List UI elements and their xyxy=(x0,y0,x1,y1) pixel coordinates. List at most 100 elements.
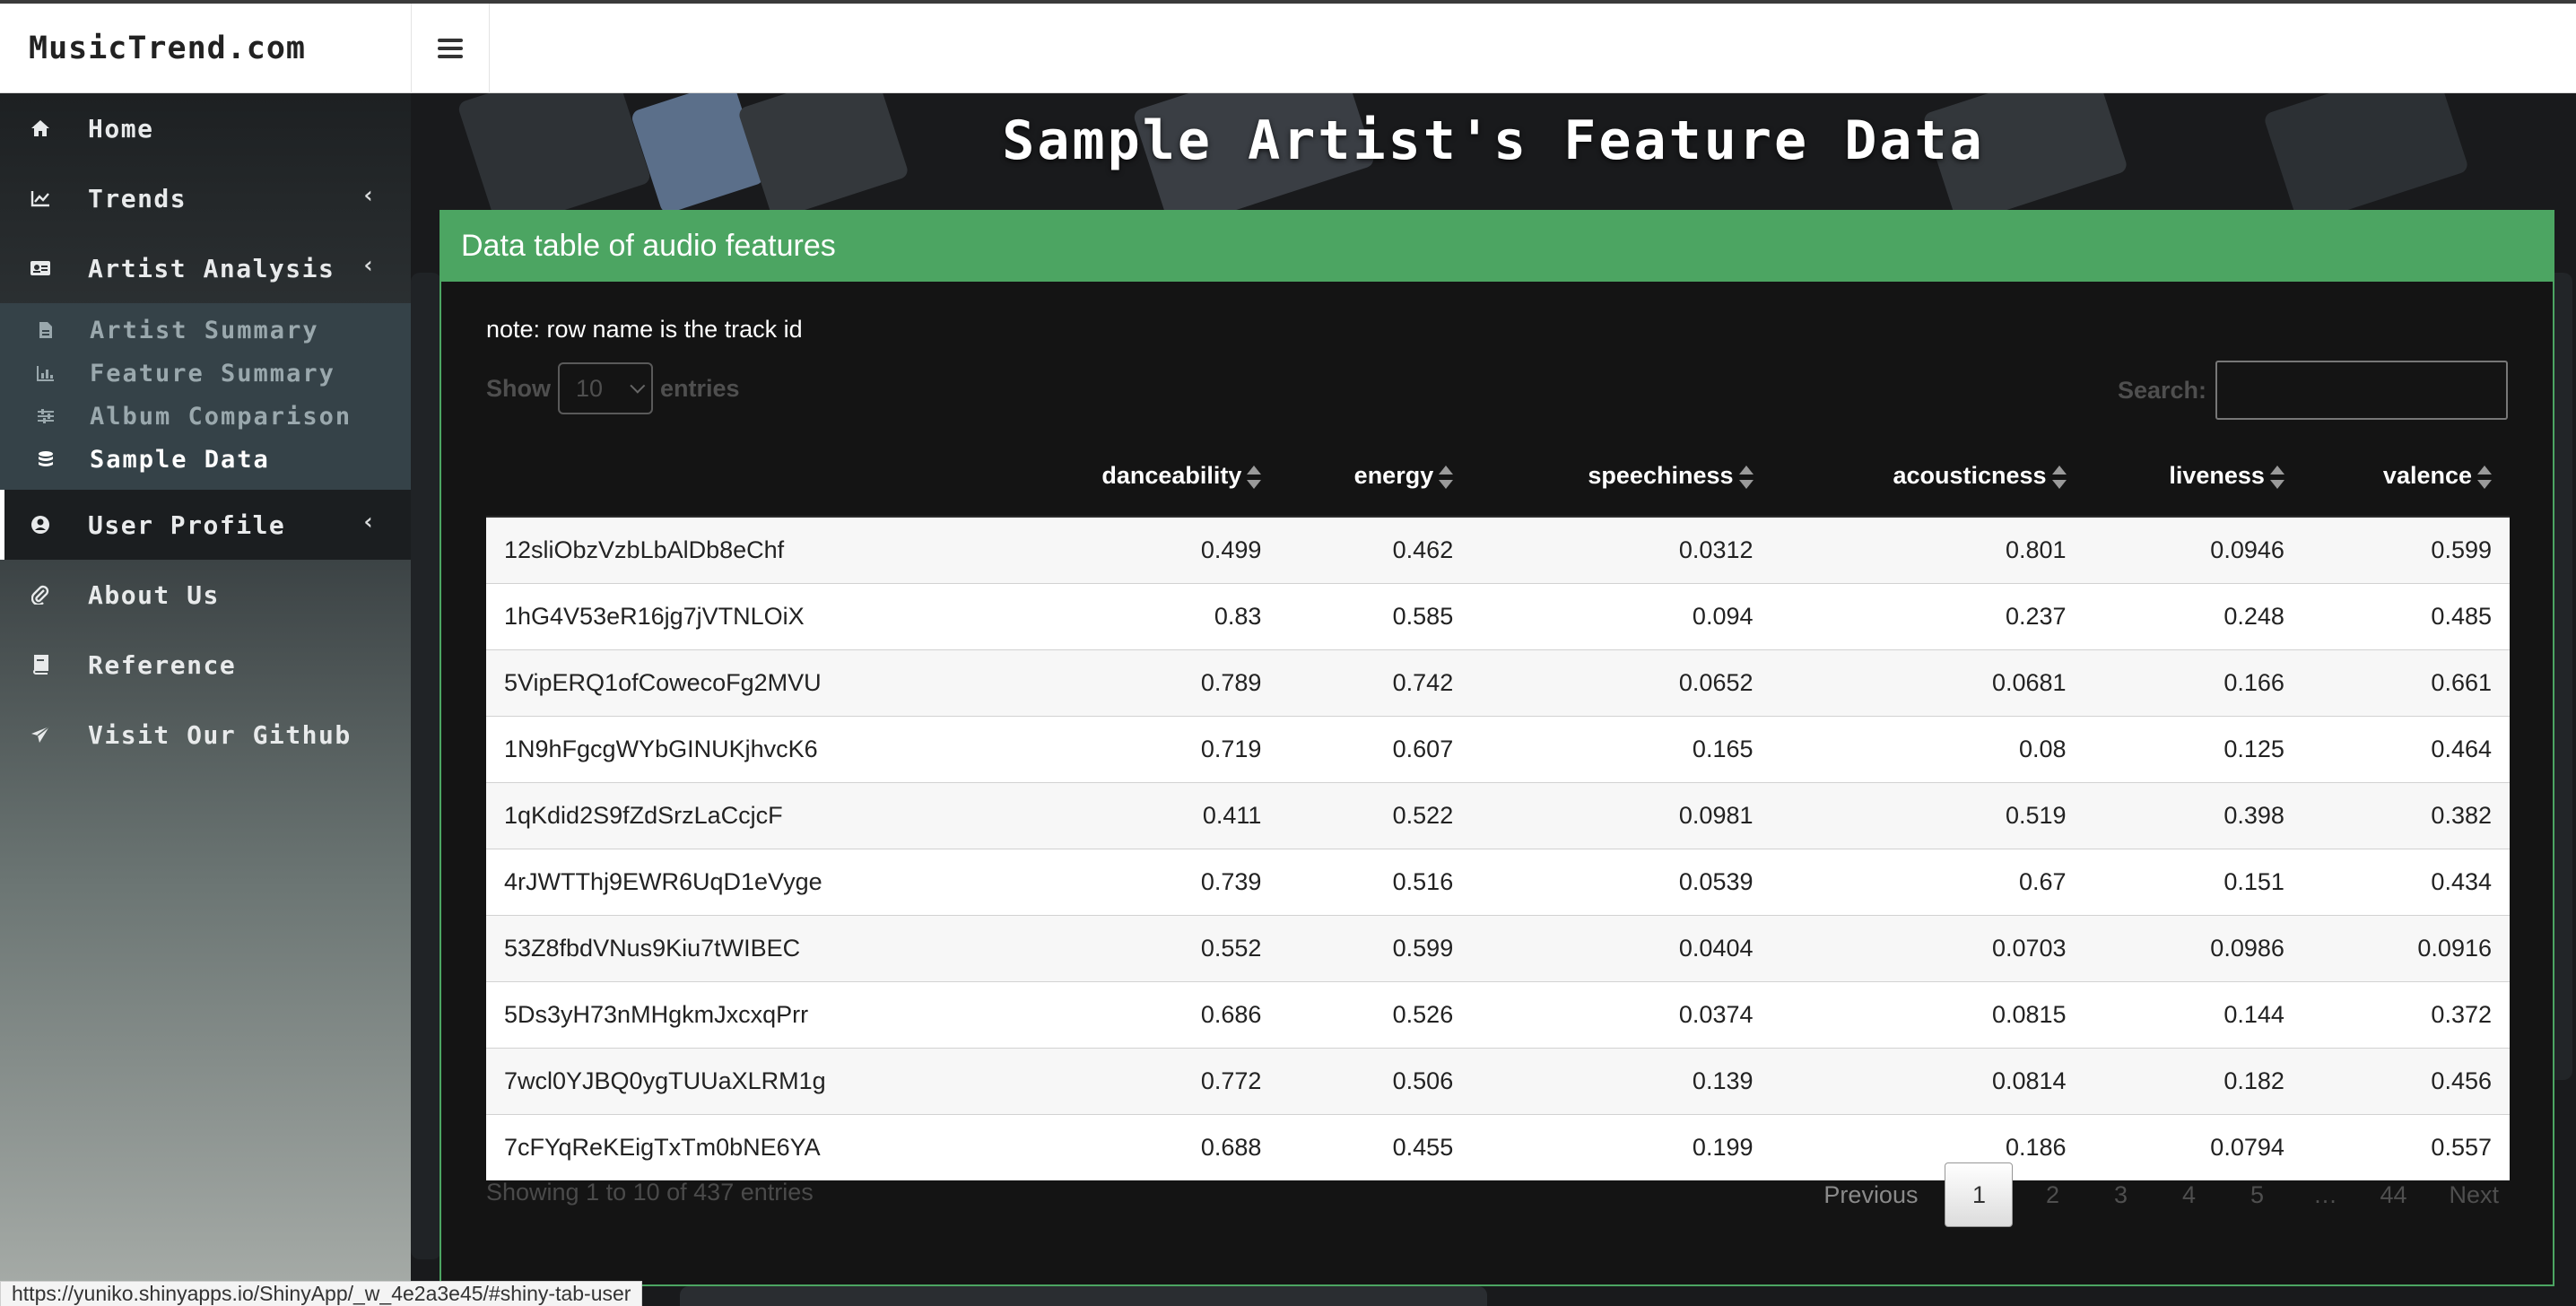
browser-status-url: https://yuniko.shinyapps.io/ShinyApp/_w_… xyxy=(0,1281,643,1306)
table-cell: 0.0539 xyxy=(1471,848,1771,915)
track-id-cell: 5Ds3yH73nMHgkmJxcxqPrr xyxy=(486,980,988,1048)
column-header-liveness[interactable]: liveness xyxy=(2084,436,2302,518)
pagination-previous-button[interactable]: Previous xyxy=(1802,1162,1939,1227)
table-cell: 0.742 xyxy=(1279,649,1472,716)
table-cell: 0.522 xyxy=(1279,781,1472,849)
table-cell: 0.506 xyxy=(1279,1047,1472,1114)
search-input[interactable] xyxy=(2215,361,2508,420)
brand-logo[interactable]: MusicTrend.com xyxy=(0,4,411,93)
column-header-label: danceability xyxy=(1101,462,1242,489)
table-cell: 0.094 xyxy=(1471,582,1771,649)
table-row[interactable]: 7wcl0YJBQ0ygTUUaXLRM1g 0.772 0.506 0.139… xyxy=(486,1047,2510,1114)
sidebar-item-label: About Us xyxy=(88,579,220,610)
sidebar-subitem-label: Artist Summary xyxy=(90,316,319,344)
table-cell: 0.125 xyxy=(2084,715,2302,782)
sort-icon xyxy=(2477,465,2492,489)
search-label: Search: xyxy=(2117,376,2206,404)
sidebar-item-reference[interactable]: Reference xyxy=(0,630,411,700)
table-cell: 0.248 xyxy=(2084,582,2302,649)
column-header-label: speechiness xyxy=(1588,462,1734,489)
entries-select[interactable]: 10 xyxy=(558,362,653,414)
table-cell: 0.599 xyxy=(1279,914,1472,981)
column-header-valence[interactable]: valence xyxy=(2302,436,2510,518)
pagination-page[interactable]: 3 xyxy=(2086,1162,2154,1227)
pagination: Previous 1 2 3 4 5 … 44 Next xyxy=(1802,1162,2508,1227)
sidebar-toggle-button[interactable] xyxy=(411,4,490,93)
track-id-cell: 53Z8fbdVNus9Kiu7tWIBEC xyxy=(486,914,988,981)
sidebar-item-artist-analysis[interactable]: Artist Analysis ‹ xyxy=(0,233,411,303)
pagination-page-current[interactable]: 1 xyxy=(1945,1162,2014,1227)
sort-icon xyxy=(2269,465,2284,489)
table-cell: 0.434 xyxy=(2302,848,2510,915)
sidebar-item-visit-github[interactable]: Visit Our Github xyxy=(0,700,411,770)
entries-label: entries xyxy=(660,374,740,402)
sidebar-subitem-artist-summary[interactable]: Artist Summary xyxy=(0,309,411,352)
sidebar-item-label: Visit Our Github xyxy=(88,719,352,750)
user-circle-icon xyxy=(29,513,52,536)
hamburger-icon xyxy=(438,39,463,58)
top-navbar: MusicTrend.com xyxy=(0,0,2576,93)
table-cell: 0.67 xyxy=(1771,848,2084,915)
table-row[interactable]: 1qKdid2S9fZdSrzLaCcjcF 0.411 0.522 0.098… xyxy=(486,781,2510,849)
column-header-acousticness[interactable]: acousticness xyxy=(1771,436,2084,518)
column-header-label: energy xyxy=(1353,462,1434,489)
pagination-page[interactable]: 5 xyxy=(2223,1162,2291,1227)
table-cell: 0.0814 xyxy=(1771,1047,2084,1114)
sidebar-item-label: Trends xyxy=(88,183,187,213)
table-row[interactable]: 12sliObzVzbLbAlDb8eChf 0.499 0.462 0.031… xyxy=(486,516,2510,583)
table-cell: 0.199 xyxy=(1471,1113,1771,1180)
table-cell: 0.398 xyxy=(2084,781,2302,849)
send-icon xyxy=(29,723,52,746)
table-row[interactable]: 1N9hFgcgWYbGINUKjhvcK6 0.719 0.607 0.165… xyxy=(486,715,2510,782)
sidebar-item-home[interactable]: Home xyxy=(0,93,411,163)
pagination-page[interactable]: 4 xyxy=(2154,1162,2223,1227)
table-cell: 0.0312 xyxy=(1471,516,1771,583)
table-cell: 0.0652 xyxy=(1471,649,1771,716)
table-row[interactable]: 53Z8fbdVNus9Kiu7tWIBEC 0.552 0.599 0.040… xyxy=(486,914,2510,981)
paperclip-icon xyxy=(29,583,52,606)
sort-icon xyxy=(2051,465,2067,489)
pagination-page[interactable]: 44 xyxy=(2359,1162,2427,1227)
pagination-next-button[interactable]: Next xyxy=(2427,1162,2508,1227)
pagination-ellipsis: … xyxy=(2312,1180,2337,1208)
table-cell: 0.719 xyxy=(988,715,1280,782)
sort-icon xyxy=(1247,465,1262,489)
table-cell: 0.519 xyxy=(1771,781,2084,849)
table-header-row: danceability energy speechiness acoustic… xyxy=(486,436,2510,518)
table-cell: 0.0916 xyxy=(2302,914,2510,981)
column-header-energy[interactable]: energy xyxy=(1279,436,1472,518)
sidebar-item-trends[interactable]: Trends ‹ xyxy=(0,163,411,233)
main-content: Sample Artist's Feature Data Data table … xyxy=(411,93,2576,1306)
chevron-down-icon xyxy=(630,378,646,394)
track-id-cell: 1hG4V53eR16jg7jVTNLOiX xyxy=(486,582,988,649)
line-chart-icon xyxy=(29,187,52,210)
table-cell: 0.0815 xyxy=(1771,980,2084,1048)
data-table-box: Data table of audio features note: row n… xyxy=(439,210,2554,1286)
sidebar-item-user-profile[interactable]: User Profile ‹ xyxy=(0,490,411,560)
column-header-danceability[interactable]: danceability xyxy=(988,436,1280,518)
pagination-page[interactable]: 2 xyxy=(2018,1162,2086,1227)
rowname-header[interactable] xyxy=(486,436,988,518)
track-id-cell: 7cFYqReKEigTxTm0bNE6YA xyxy=(486,1113,988,1180)
table-cell: 0.455 xyxy=(1279,1113,1472,1180)
table-cell: 0.237 xyxy=(1771,582,2084,649)
sidebar-subitem-album-comparison[interactable]: Album Comparison xyxy=(0,395,411,438)
table-row[interactable]: 4rJWTThj9EWR6UqD1eVyge 0.739 0.516 0.053… xyxy=(486,848,2510,915)
box-title: Data table of audio features xyxy=(441,210,2553,282)
table-cell: 0.0703 xyxy=(1771,914,2084,981)
table-row[interactable]: 5Ds3yH73nMHgkmJxcxqPrr 0.686 0.526 0.037… xyxy=(486,980,2510,1048)
table-cell: 0.0946 xyxy=(2084,516,2302,583)
chevron-left-icon: ‹ xyxy=(361,182,377,209)
chevron-left-icon: ‹ xyxy=(361,509,377,535)
table-cell: 0.464 xyxy=(2302,715,2510,782)
sidebar-subitem-feature-summary[interactable]: Feature Summary xyxy=(0,352,411,395)
table-row[interactable]: 1hG4V53eR16jg7jVTNLOiX 0.83 0.585 0.094 … xyxy=(486,582,2510,649)
table-info: Showing 1 to 10 of 437 entries xyxy=(486,1179,814,1206)
table-cell: 0.456 xyxy=(2302,1047,2510,1114)
table-row[interactable]: 5VipERQ1ofCowecoFg2MVU 0.789 0.742 0.065… xyxy=(486,649,2510,716)
track-id-cell: 4rJWTThj9EWR6UqD1eVyge xyxy=(486,848,988,915)
column-header-speechiness[interactable]: speechiness xyxy=(1471,436,1771,518)
sidebar-subitem-sample-data[interactable]: Sample Data xyxy=(0,438,411,481)
table-cell: 0.516 xyxy=(1279,848,1472,915)
sidebar-item-about-us[interactable]: About Us xyxy=(0,560,411,630)
